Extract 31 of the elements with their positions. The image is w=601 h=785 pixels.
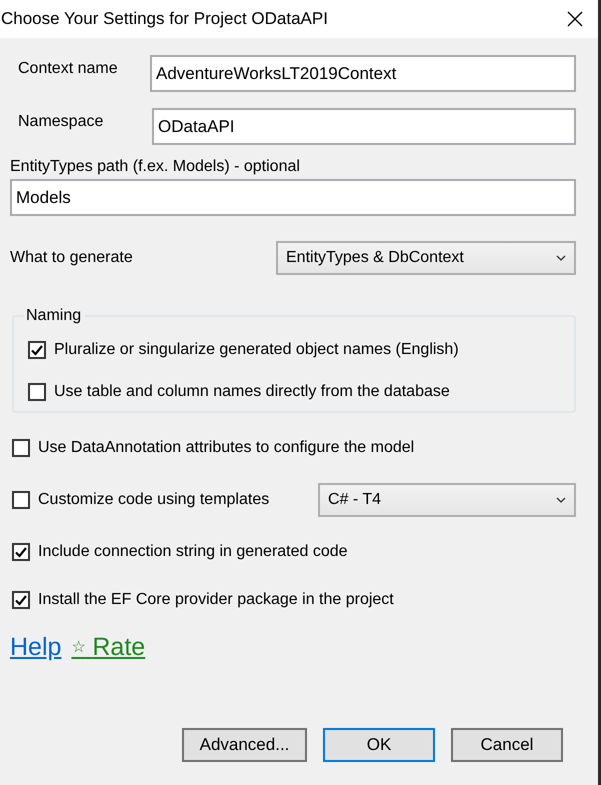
chevron-down-icon (556, 255, 566, 261)
close-icon (567, 11, 583, 27)
checkbox-label[interactable]: Customize code using templates (38, 491, 270, 509)
help-link[interactable]: Help (10, 633, 62, 662)
checkbox[interactable] (28, 383, 46, 401)
field-label: Context name (17, 59, 119, 78)
checkbox[interactable] (12, 439, 30, 457)
dropdown[interactable]: C# - T4 (318, 483, 576, 517)
checkbox-label[interactable]: Use table and column names directly from the database (54, 383, 450, 401)
window-title: Choose Your Settings for Project ODataAPI (1, 9, 328, 29)
text-field[interactable]: AdventureWorksLT2019Context (150, 55, 576, 92)
field-label: What to generate (10, 249, 133, 267)
field-label: EntityTypes path (f.ex. Models) - optional (10, 158, 301, 176)
checkbox-label[interactable]: Include connection string in generated code (38, 543, 348, 561)
dropdown[interactable]: EntityTypes & DbContext (276, 241, 576, 275)
checkbox[interactable] (28, 341, 46, 359)
checkbox-label[interactable]: Use DataAnnotation attributes to configure the model (38, 439, 414, 457)
checkbox[interactable] (12, 491, 30, 509)
dialog-button[interactable]: Advanced... (182, 728, 307, 762)
checkbox[interactable] (12, 591, 30, 609)
checkbox-label[interactable]: Install the EF Core provider package in the project (38, 591, 394, 609)
rate-link[interactable]: $^{☆}$ Rate (71, 633, 146, 662)
field-label: Namespace (17, 112, 104, 131)
group-title: Naming (25, 307, 82, 325)
dialog-button[interactable]: Cancel (451, 728, 563, 762)
checkbox[interactable] (12, 543, 30, 561)
dialog-button[interactable]: OK (323, 728, 435, 762)
checkbox-label[interactable]: Pluralize or singularize generated object names (English) (54, 341, 459, 359)
text-field[interactable]: Models (10, 179, 576, 216)
chevron-down-icon (556, 497, 566, 503)
text-field[interactable]: ODataAPI (152, 108, 576, 145)
